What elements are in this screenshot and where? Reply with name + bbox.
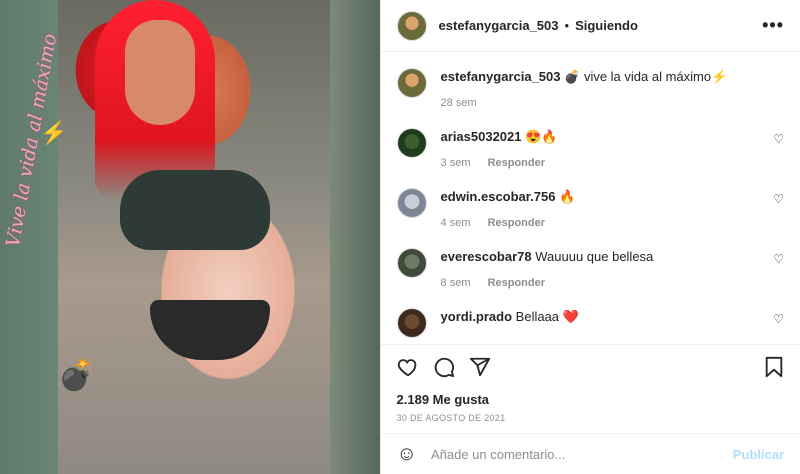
- comment-text: 😍🔥: [525, 129, 558, 145]
- following-button[interactable]: Siguiendo: [575, 18, 638, 33]
- commenter-avatar[interactable]: [396, 308, 427, 339]
- commenter-avatar[interactable]: [396, 128, 427, 159]
- caption-text: 💣 vive la vida al máximo⚡: [564, 69, 728, 85]
- post-caption: estefanygarcia_503 💣 vive la vida al máx…: [396, 68, 784, 112]
- comment-time[interactable]: 3 sem: [441, 157, 471, 169]
- more-options-icon[interactable]: •••: [762, 15, 784, 36]
- commenter-avatar[interactable]: [396, 248, 427, 279]
- post-modal: ⚡ 💣 Vive la vida al máximo estefanygarci…: [0, 0, 800, 474]
- comments-list[interactable]: estefanygarcia_503 💣 vive la vida al máx…: [381, 52, 800, 344]
- caption-avatar[interactable]: [396, 68, 427, 99]
- commenter-username[interactable]: everescobar78: [441, 249, 532, 264]
- comment-item: arias5032021 😍🔥 3 sem Responder ♡: [396, 128, 784, 172]
- caption-time[interactable]: 28 sem: [441, 97, 477, 109]
- like-icon[interactable]: [397, 356, 419, 378]
- small-heart-icon[interactable]: ♡: [773, 192, 784, 206]
- post-header: estefanygarcia_503 • Siguiendo •••: [380, 0, 800, 53]
- comment-text: Wauuuu que bellesa: [535, 249, 654, 265]
- share-icon[interactable]: [469, 356, 491, 378]
- header-separator: •: [564, 18, 570, 34]
- publish-button[interactable]: Publicar: [733, 447, 784, 462]
- commenter-username[interactable]: yordi.prado: [441, 309, 513, 324]
- reply-button[interactable]: Responder: [488, 217, 545, 229]
- reply-button[interactable]: Responder: [488, 157, 545, 169]
- author-avatar[interactable]: [396, 10, 427, 41]
- commenter-username[interactable]: arias5032021: [441, 129, 522, 144]
- post-side-panel: estefanygarcia_503 • Siguiendo ••• estef…: [379, 0, 800, 474]
- comment-icon[interactable]: [433, 356, 455, 378]
- likes-count[interactable]: 2.189 Me gusta: [381, 388, 800, 407]
- caption-username[interactable]: estefanygarcia_503: [441, 69, 561, 84]
- comment-input[interactable]: [428, 445, 733, 463]
- post-image[interactable]: ⚡ 💣 Vive la vida al máximo: [0, 0, 380, 474]
- post-date: 30 DE AGOSTO DE 2021: [396, 413, 506, 424]
- photo-face: [125, 20, 195, 125]
- emoji-icon[interactable]: ☺: [397, 443, 417, 466]
- small-heart-icon[interactable]: ♡: [773, 312, 784, 326]
- reply-button[interactable]: Responder: [488, 277, 545, 289]
- author-username[interactable]: estefanygarcia_503: [439, 18, 559, 33]
- photo-top: [120, 170, 270, 250]
- comment-time[interactable]: 4 sem: [441, 217, 471, 229]
- comment-time[interactable]: 8 sem: [441, 277, 471, 289]
- comment-item: yordi.prado Bellaaa ❤️ ♡: [396, 308, 784, 339]
- comment-item: edwin.escobar.756 🔥 4 sem Responder ♡: [396, 188, 784, 232]
- bomb-sticker-icon: 💣: [58, 359, 96, 392]
- commenter-avatar[interactable]: [396, 188, 427, 219]
- save-icon[interactable]: [764, 356, 784, 378]
- comment-text: 🔥: [559, 189, 576, 205]
- add-comment-bar: ☺ Publicar: [380, 433, 800, 474]
- small-heart-icon[interactable]: ♡: [773, 252, 784, 266]
- comment-text: Bellaaa ❤️: [515, 309, 579, 325]
- commenter-username[interactable]: edwin.escobar.756: [441, 189, 556, 204]
- comment-item: everescobar78 Wauuuu que bellesa 8 sem R…: [396, 248, 784, 292]
- post-actions: [380, 344, 800, 388]
- small-heart-icon[interactable]: ♡: [773, 132, 784, 146]
